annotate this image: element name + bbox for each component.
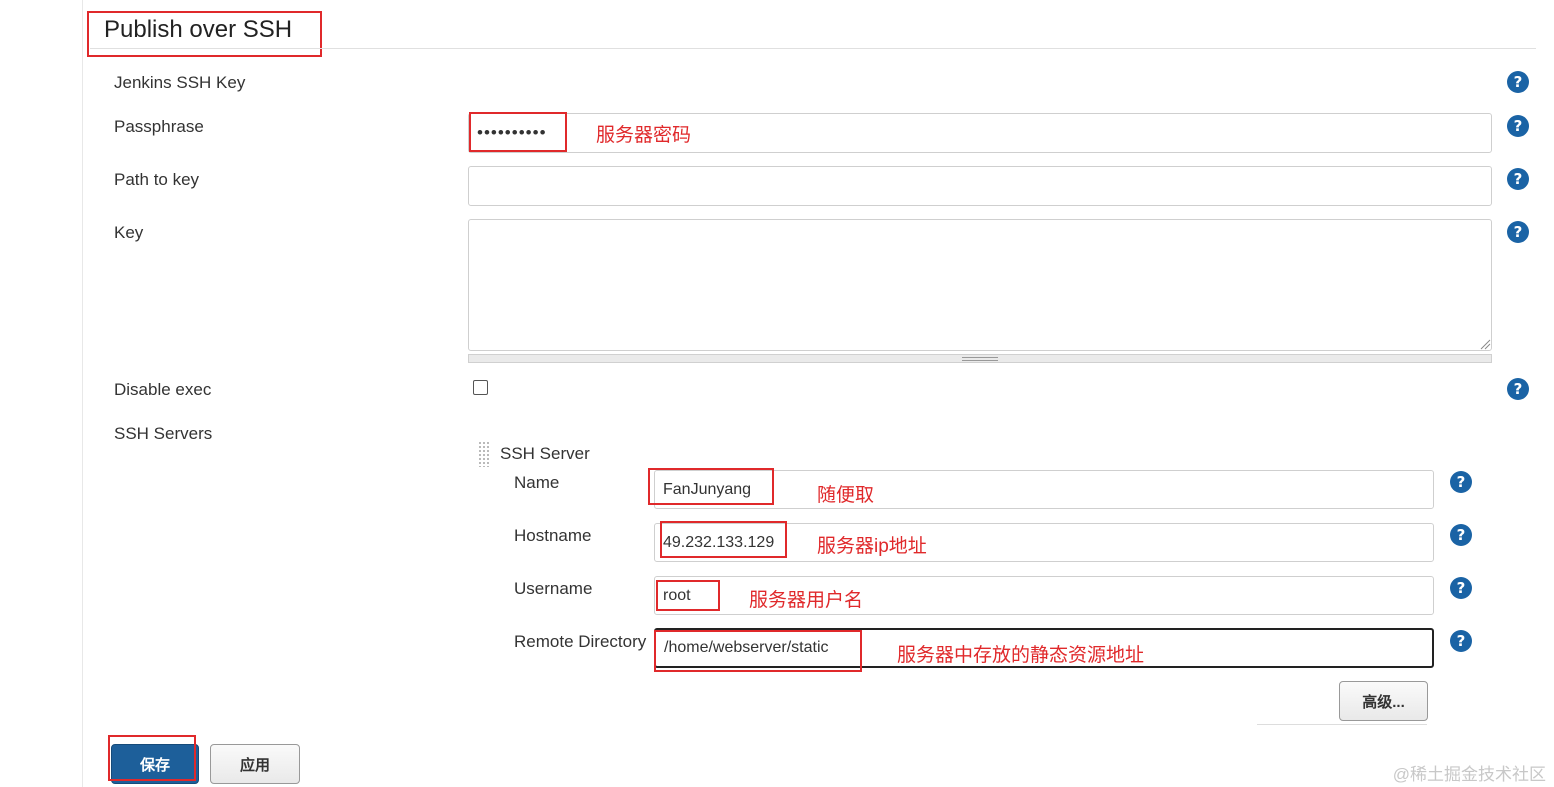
- help-icon[interactable]: ?: [1507, 71, 1529, 93]
- ssh-server-header: SSH Server: [500, 444, 590, 463]
- title-highlight-box: [87, 11, 322, 57]
- watermark: @稀土掘金技术社区: [1392, 765, 1546, 784]
- key-textarea[interactable]: [468, 219, 1492, 351]
- help-icon[interactable]: ?: [1450, 577, 1472, 599]
- passphrase-label: Passphrase: [114, 117, 204, 136]
- hostname-note: 服务器ip地址: [817, 536, 927, 557]
- name-highlight-box: [648, 468, 774, 505]
- help-icon[interactable]: ?: [1507, 221, 1529, 243]
- name-note: 随便取: [817, 485, 875, 506]
- resize-handle-icon[interactable]: [1479, 338, 1491, 350]
- apply-button[interactable]: 应用: [210, 744, 300, 784]
- key-label: Key: [114, 223, 144, 242]
- username-label: Username: [514, 579, 593, 598]
- remote-directory-note: 服务器中存放的静态资源地址: [897, 645, 1145, 666]
- remote-directory-highlight-box: [654, 630, 862, 672]
- help-icon[interactable]: ?: [1450, 524, 1472, 546]
- hostname-label: Hostname: [514, 526, 592, 545]
- section-divider: [90, 48, 1536, 49]
- passphrase-note: 服务器密码: [596, 125, 692, 146]
- passphrase-highlight-box: [469, 112, 567, 152]
- left-border: [82, 0, 83, 787]
- username-note: 服务器用户名: [749, 590, 864, 611]
- disable-exec-checkbox[interactable]: [473, 380, 488, 395]
- remote-directory-label: Remote Directory: [514, 632, 647, 651]
- save-highlight-box: [108, 735, 196, 781]
- help-icon[interactable]: ?: [1507, 378, 1529, 400]
- server-name-label: Name: [514, 473, 560, 492]
- ssh-servers-label: SSH Servers: [114, 424, 213, 443]
- grip-icon[interactable]: [962, 357, 998, 361]
- username-highlight-box: [656, 580, 720, 611]
- jenkins-ssh-key-label: Jenkins SSH Key: [114, 73, 246, 92]
- help-icon[interactable]: ?: [1450, 471, 1472, 493]
- hostname-highlight-box: [660, 521, 787, 558]
- path-to-key-input[interactable]: [468, 166, 1492, 206]
- drag-handle-icon[interactable]: [478, 441, 491, 467]
- help-icon[interactable]: ?: [1507, 115, 1529, 137]
- help-icon[interactable]: ?: [1450, 630, 1472, 652]
- help-icon[interactable]: ?: [1507, 168, 1529, 190]
- advanced-button[interactable]: 高级...: [1339, 681, 1428, 721]
- path-to-key-label: Path to key: [114, 170, 200, 189]
- server-block-divider: [1257, 724, 1427, 725]
- disable-exec-label: Disable exec: [114, 380, 212, 399]
